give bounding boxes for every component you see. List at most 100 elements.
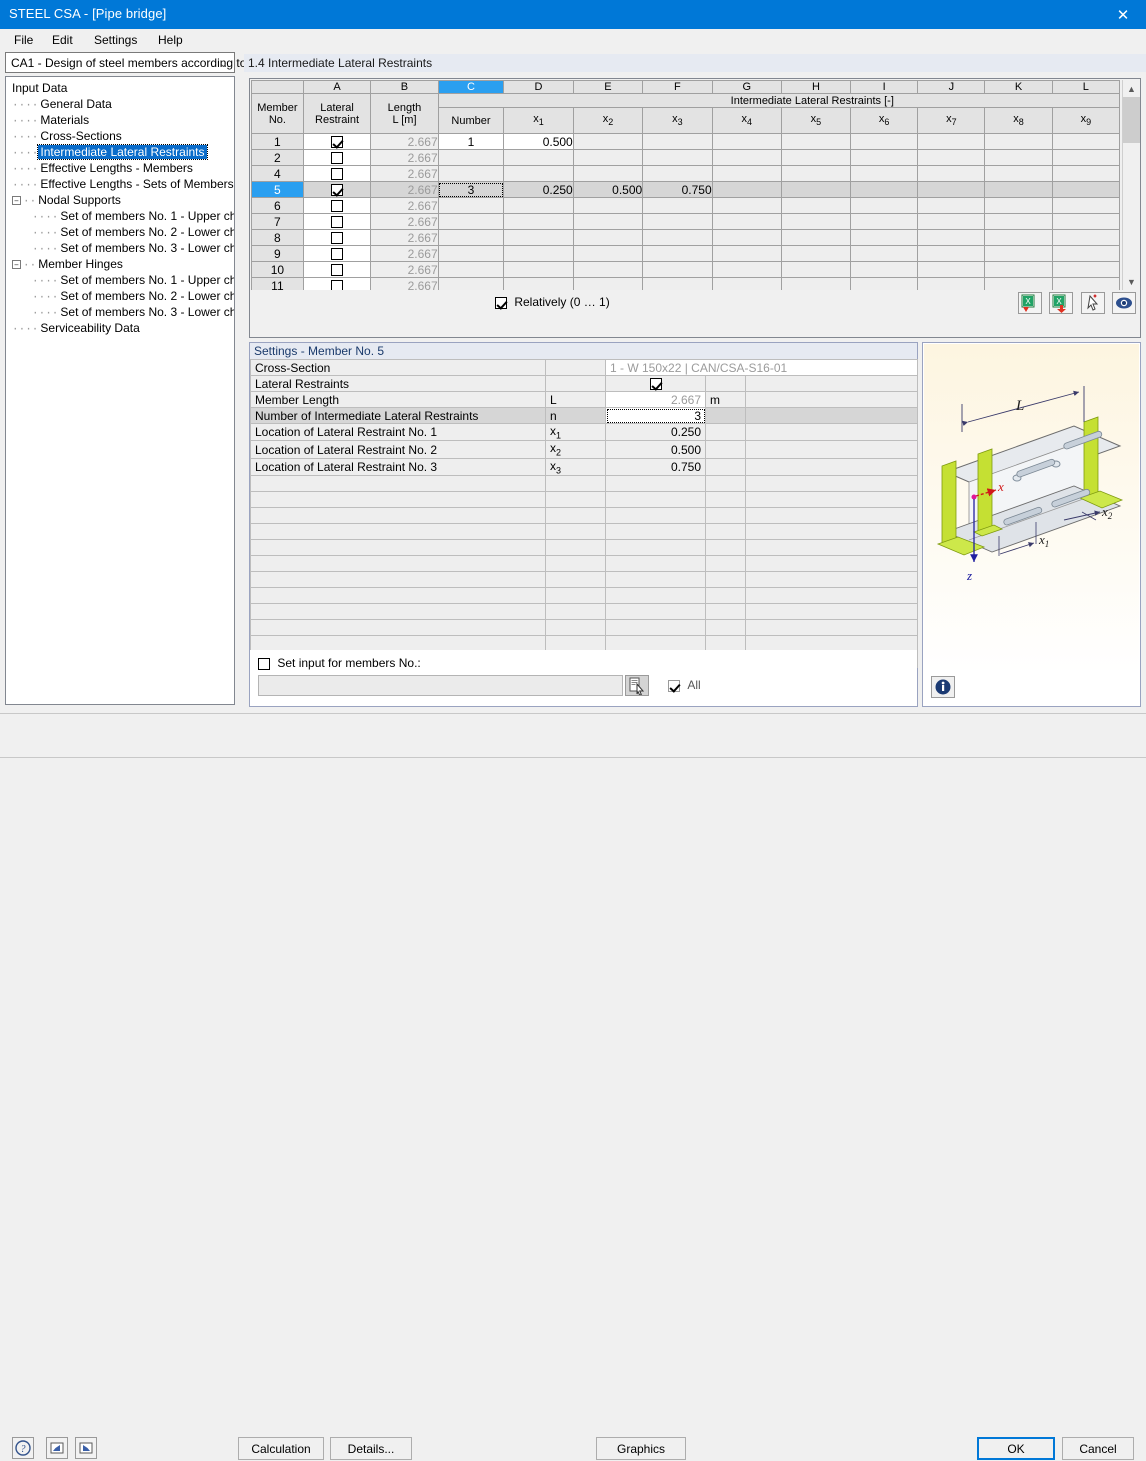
row-header-5[interactable]: 5 bbox=[251, 181, 304, 198]
cell-x2[interactable] bbox=[572, 197, 644, 214]
cell-number[interactable] bbox=[437, 197, 505, 214]
cell-x3[interactable] bbox=[642, 149, 713, 166]
cell-x7[interactable] bbox=[917, 165, 986, 182]
table-row[interactable]: 10 2.667 bbox=[251, 261, 1120, 278]
row-header-2[interactable]: 2 bbox=[251, 149, 304, 166]
cell-x5[interactable] bbox=[780, 261, 852, 278]
menu-item-file[interactable]: File bbox=[8, 32, 39, 48]
cell-x9[interactable] bbox=[1051, 165, 1120, 182]
cell-x1[interactable] bbox=[503, 213, 574, 230]
set-input-checkbox-box[interactable] bbox=[258, 657, 270, 670]
cell-x7[interactable] bbox=[917, 261, 986, 278]
settings-row[interactable]: Location of Lateral Restraint No. 3 x3 0.7… bbox=[250, 457, 919, 477]
settings-row[interactable]: Cross-Section 1 - W 150x22 | CAN/CSA-S16-… bbox=[250, 359, 919, 376]
cell-x2[interactable] bbox=[572, 133, 644, 150]
tree-item-cross-sections[interactable]: ···· Cross-Sections bbox=[6, 128, 234, 144]
tree-item-intermediate-lateral-restraints[interactable]: ···· Intermediate Lateral Restraints bbox=[6, 144, 234, 160]
cancel-button[interactable]: Cancel bbox=[1062, 1437, 1134, 1460]
cell-x8[interactable] bbox=[984, 197, 1053, 214]
cell-x4[interactable] bbox=[711, 165, 782, 182]
cell-x2[interactable] bbox=[572, 261, 644, 278]
cell-x7[interactable] bbox=[917, 229, 986, 246]
restraint-checkbox[interactable] bbox=[331, 184, 344, 197]
cell-x6[interactable] bbox=[850, 197, 919, 214]
cell-x2[interactable] bbox=[572, 229, 644, 246]
restraint-checkbox[interactable] bbox=[331, 248, 344, 261]
cell-x5[interactable] bbox=[780, 149, 852, 166]
cell-x6[interactable] bbox=[850, 229, 919, 246]
table-row[interactable]: 4 2.667 bbox=[251, 165, 1120, 182]
cell-x8[interactable] bbox=[984, 133, 1053, 150]
cell-x3[interactable] bbox=[642, 229, 713, 246]
cell-x8[interactable] bbox=[984, 229, 1053, 246]
restraint-checkbox[interactable] bbox=[331, 264, 344, 277]
menu-item-settings[interactable]: Settings bbox=[88, 32, 143, 48]
graphics-button[interactable]: Graphics bbox=[596, 1437, 686, 1460]
column-header-A[interactable]: A bbox=[302, 80, 372, 94]
settings-row-value[interactable]: 0.500 bbox=[605, 440, 706, 459]
row-header-11[interactable]: 11 bbox=[251, 277, 304, 290]
cell-x6[interactable] bbox=[850, 149, 919, 166]
scroll-down-icon[interactable]: ▼ bbox=[1123, 273, 1140, 290]
cell-x9[interactable] bbox=[1051, 229, 1120, 246]
all-checkbox-box[interactable] bbox=[668, 679, 680, 692]
cell-x6[interactable] bbox=[850, 277, 919, 290]
table-row[interactable]: 8 2.667 bbox=[251, 229, 1120, 246]
cell-x6[interactable] bbox=[850, 181, 919, 198]
cell-x6[interactable] bbox=[850, 261, 919, 278]
settings-row[interactable]: Number of Intermediate Lateral Restraint… bbox=[250, 407, 919, 424]
tree-item-set-of-members-no-2-lower-chord-1[interactable]: ····Set of members No. 2 - Lower chord 1 bbox=[6, 224, 234, 240]
column-header-L[interactable]: L bbox=[1051, 80, 1120, 94]
relatively-checkbox-box[interactable] bbox=[495, 296, 507, 309]
cell-x1[interactable] bbox=[503, 165, 574, 182]
settings-empty-row[interactable] bbox=[250, 523, 919, 541]
table-row[interactable]: 11 2.667 bbox=[251, 277, 1120, 290]
cell-number[interactable]: 1 bbox=[437, 133, 505, 150]
info-icon[interactable] bbox=[931, 676, 955, 698]
cell-x6[interactable] bbox=[850, 213, 919, 230]
cell-x5[interactable] bbox=[780, 165, 852, 182]
cell-x9[interactable] bbox=[1051, 245, 1120, 262]
tree-item-set-of-members-no-1-upper-chord[interactable]: ···· Set of members No. 1 - Upper chord bbox=[6, 272, 234, 288]
cell-x7[interactable] bbox=[917, 277, 986, 290]
help-icon[interactable]: ? bbox=[12, 1437, 34, 1459]
cell-x1[interactable] bbox=[503, 261, 574, 278]
tree-item-input-data[interactable]: Input Data bbox=[6, 80, 234, 96]
cell-x5[interactable] bbox=[780, 133, 852, 150]
cell-lateral-restraint[interactable] bbox=[302, 181, 372, 198]
cell-x4[interactable] bbox=[711, 277, 782, 290]
table-row[interactable]: 7 2.667 bbox=[251, 213, 1120, 230]
navigation-tree[interactable]: Input Data ···· General Data ···· Materials ·… bbox=[5, 76, 235, 705]
restraint-checkbox[interactable] bbox=[331, 168, 344, 181]
details-button[interactable]: Details... bbox=[330, 1437, 412, 1460]
column-header-B[interactable]: B bbox=[370, 80, 439, 94]
cell-number[interactable] bbox=[437, 165, 505, 182]
column-header-F[interactable]: F bbox=[642, 80, 713, 94]
row-header-6[interactable]: 6 bbox=[251, 197, 304, 214]
column-header-E[interactable]: E bbox=[572, 80, 644, 94]
cell-x7[interactable] bbox=[917, 149, 986, 166]
cell-x5[interactable] bbox=[780, 277, 852, 290]
cell-x9[interactable] bbox=[1051, 133, 1120, 150]
settings-empty-row[interactable] bbox=[250, 619, 919, 637]
pick-in-graphic-icon[interactable] bbox=[1080, 292, 1105, 314]
column-header-K[interactable]: K bbox=[984, 80, 1053, 94]
scrollbar-thumb[interactable] bbox=[1123, 97, 1140, 143]
cell-x4[interactable] bbox=[711, 261, 782, 278]
column-header-H[interactable]: H bbox=[780, 80, 852, 94]
settings-row-value[interactable]: 2.667 bbox=[605, 391, 706, 408]
tree-item-set-of-members-no-3-lower-chord-2[interactable]: ····Set of members No. 3 - Lower chord 2 bbox=[6, 304, 234, 320]
set-input-members-field[interactable] bbox=[258, 675, 623, 696]
tree-expander-icon[interactable]: – bbox=[12, 260, 21, 270]
cell-x8[interactable] bbox=[984, 181, 1053, 198]
settings-row[interactable]: Location of Lateral Restraint No. 2 x2 0.5… bbox=[250, 440, 919, 459]
cell-x7[interactable] bbox=[917, 213, 986, 230]
cell-number[interactable] bbox=[437, 149, 505, 166]
row-header-7[interactable]: 7 bbox=[251, 213, 304, 230]
set-input-checkbox[interactable]: Set input for members No.: bbox=[258, 656, 421, 670]
tree-item-general-data[interactable]: ···· General Data bbox=[6, 96, 234, 112]
restraint-checkbox[interactable] bbox=[331, 152, 344, 165]
cell-lateral-restraint[interactable] bbox=[302, 229, 372, 246]
restraint-checkbox[interactable] bbox=[331, 216, 344, 229]
cell-lateral-restraint[interactable] bbox=[302, 213, 372, 230]
